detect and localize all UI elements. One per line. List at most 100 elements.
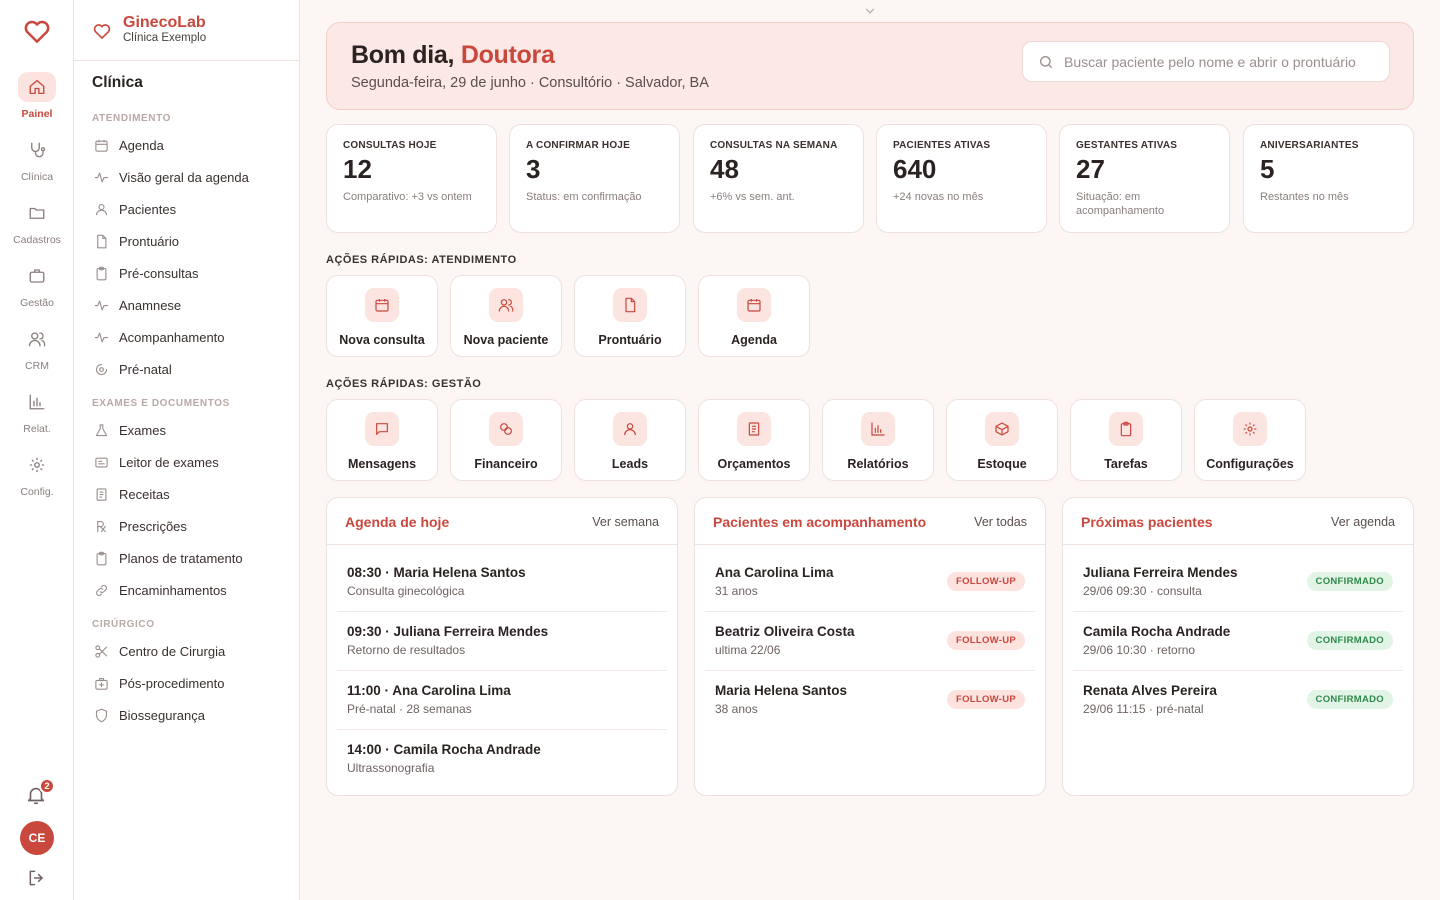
estoque-button[interactable]: Estoque bbox=[946, 399, 1058, 481]
sidebar-item-encaminhamentos[interactable]: Encaminhamentos bbox=[90, 576, 286, 604]
sidebar-item-exames[interactable]: Exames bbox=[90, 416, 286, 444]
clipboard-icon bbox=[1109, 412, 1143, 446]
rail-item-clinica[interactable]: Clínica bbox=[0, 135, 74, 189]
sidebar-section-exames: EXAMES E DOCUMENTOS bbox=[92, 398, 230, 409]
search-box[interactable] bbox=[1022, 41, 1390, 82]
next-patients-panel: Próximas pacientes Ver agenda Juliana Fe… bbox=[1062, 497, 1414, 796]
quick-actions-management-title: AÇÕES RÁPIDAS: GESTÃO bbox=[326, 378, 482, 390]
brand-header: GinecoLab Clínica Exemplo bbox=[74, 0, 300, 61]
calendar-icon bbox=[92, 136, 110, 154]
ver-todas-link[interactable]: Ver todas bbox=[974, 515, 1027, 529]
list-item[interactable]: Camila Rocha Andrade 29/06 10:30 · retor… bbox=[1073, 612, 1403, 671]
heart-logo-icon[interactable] bbox=[22, 16, 52, 46]
logout-icon[interactable] bbox=[27, 868, 47, 888]
status-badge: FOLLOW-UP bbox=[946, 690, 1025, 709]
rail-item-gestao[interactable]: Gestão bbox=[0, 261, 74, 315]
tarefas-button[interactable]: Tarefas bbox=[1070, 399, 1182, 481]
list-item[interactable]: 11:00 · Ana Carolina Lima Pré-natal · 28… bbox=[337, 671, 667, 730]
stat-note: Status: em confirmação bbox=[526, 191, 642, 203]
sidebar-item-pre-consultas[interactable]: Pré-consultas bbox=[90, 259, 286, 287]
home-icon bbox=[18, 72, 56, 102]
list-item[interactable]: Maria Helena Santos 38 anos FOLLOW-UP bbox=[705, 671, 1035, 730]
rail-item-painel[interactable]: Painel bbox=[0, 72, 74, 126]
sidebar-item-agenda[interactable]: Agenda bbox=[90, 131, 286, 159]
rail-item-crm[interactable]: CRM bbox=[0, 324, 74, 378]
nova-consulta-button[interactable]: Nova consulta bbox=[326, 275, 438, 357]
baby-icon bbox=[92, 360, 110, 378]
quick-action-label: Nova consulta bbox=[339, 333, 425, 347]
ver-semana-link[interactable]: Ver semana bbox=[592, 515, 659, 529]
sidebar-item-pos-procedimento[interactable]: Pós-procedimento bbox=[90, 669, 286, 697]
configuracoes-button[interactable]: Configurações bbox=[1194, 399, 1306, 481]
ver-agenda-link[interactable]: Ver agenda bbox=[1331, 515, 1395, 529]
prontuario-button[interactable]: Prontuário bbox=[574, 275, 686, 357]
stat-card-consultas-hoje[interactable]: CONSULTAS HOJE 12 Comparativo: +3 vs ont… bbox=[326, 124, 497, 233]
appointment-title: 09:30 · Juliana Ferreira Mendes bbox=[347, 624, 549, 639]
scissors-icon bbox=[92, 642, 110, 660]
sidebar-item-prontuario[interactable]: Prontuário bbox=[90, 227, 286, 255]
sidebar-item-label: Pós-procedimento bbox=[119, 675, 225, 691]
avatar[interactable]: CE bbox=[20, 821, 54, 855]
stat-value: 5 bbox=[1260, 154, 1275, 184]
coins-icon bbox=[489, 412, 523, 446]
sidebar-item-pre-natal[interactable]: Pré-natal bbox=[90, 355, 286, 383]
list-item[interactable]: Juliana Ferreira Mendes 29/06 09:30 · co… bbox=[1073, 553, 1403, 612]
stat-note: +6% vs sem. ant. bbox=[710, 191, 795, 203]
rail-item-cadastros[interactable]: Cadastros bbox=[0, 198, 74, 252]
sidebar-item-biosseguranca[interactable]: Biossegurança bbox=[90, 701, 286, 729]
sidebar-item-planos[interactable]: Planos de tratamento bbox=[90, 544, 286, 572]
activity-icon bbox=[92, 168, 110, 186]
stat-card-gestantes-ativas[interactable]: GESTANTES ATIVAS 27 Situação: em acompan… bbox=[1059, 124, 1230, 233]
sidebar-item-pacientes[interactable]: Pacientes bbox=[90, 195, 286, 223]
list-item[interactable]: Beatriz Oliveira Costa ultima 22/06 FOLL… bbox=[705, 612, 1035, 671]
quick-action-label: Orçamentos bbox=[717, 457, 791, 471]
leads-button[interactable]: Leads bbox=[574, 399, 686, 481]
stat-value: 48 bbox=[710, 154, 739, 184]
sidebar-item-centro-cirurgia[interactable]: Centro de Cirurgia bbox=[90, 637, 286, 665]
card-icon bbox=[92, 453, 110, 471]
stat-value: 640 bbox=[893, 154, 937, 184]
search-input[interactable] bbox=[1064, 53, 1384, 70]
rail-item-config[interactable]: Config. bbox=[0, 450, 74, 504]
page-title: Bom dia, Doutora bbox=[351, 41, 555, 70]
chevron-down-icon[interactable] bbox=[862, 4, 878, 18]
sidebar-item-prescricoes[interactable]: Prescrições bbox=[90, 512, 286, 540]
appointment-title: 11:00 · Ana Carolina Lima bbox=[347, 683, 511, 698]
list-item[interactable]: Renata Alves Pereira 29/06 11:15 · pré-n… bbox=[1073, 671, 1403, 730]
list-item[interactable]: Ana Carolina Lima 31 anos FOLLOW-UP bbox=[705, 553, 1035, 612]
sidebar-item-label: Prescrições bbox=[119, 518, 187, 534]
stat-card-a-confirmar[interactable]: A CONFIRMAR HOJE 3 Status: em confirmaçã… bbox=[509, 124, 680, 233]
nova-paciente-button[interactable]: Nova paciente bbox=[450, 275, 562, 357]
folder-icon bbox=[18, 198, 56, 228]
mensagens-button[interactable]: Mensagens bbox=[326, 399, 438, 481]
sidebar-section-cirurgico: CIRÚRGICO bbox=[92, 619, 155, 630]
clipboard-icon bbox=[92, 264, 110, 282]
sidebar-item-anamnese[interactable]: Anamnese bbox=[90, 291, 286, 319]
status-badge: CONFIRMADO bbox=[1306, 631, 1393, 650]
stat-card-consultas-semana[interactable]: CONSULTAS NA SEMANA 48 +6% vs sem. ant. bbox=[693, 124, 864, 233]
orcamentos-button[interactable]: Orçamentos bbox=[698, 399, 810, 481]
agenda-button[interactable]: Agenda bbox=[698, 275, 810, 357]
patient-detail: 38 anos bbox=[715, 702, 758, 716]
sidebar-item-receitas[interactable]: Receitas bbox=[90, 480, 286, 508]
sidebar-item-leitor-exames[interactable]: Leitor de exames bbox=[90, 448, 286, 476]
users-icon bbox=[489, 288, 523, 322]
sidebar-item-visao-geral[interactable]: Visão geral da agenda bbox=[90, 163, 286, 191]
list-item[interactable]: 08:30 · Maria Helena Santos Consulta gin… bbox=[337, 553, 667, 612]
stat-card-pacientes-ativas[interactable]: PACIENTES ATIVAS 640 +24 novas no mês bbox=[876, 124, 1047, 233]
financeiro-button[interactable]: Financeiro bbox=[450, 399, 562, 481]
sidebar-item-label: Pré-natal bbox=[119, 361, 172, 377]
sidebar-item-label: Visão geral da agenda bbox=[119, 169, 249, 185]
activity-icon bbox=[92, 296, 110, 314]
relatorios-button[interactable]: Relatórios bbox=[822, 399, 934, 481]
rail-label: Clínica bbox=[20, 171, 54, 183]
patient-name: Ana Carolina Lima bbox=[715, 565, 834, 580]
list-item[interactable]: 14:00 · Camila Rocha Andrade Ultrassonog… bbox=[337, 730, 667, 789]
sidebar-item-label: Anamnese bbox=[119, 297, 182, 313]
panel-header: Pacientes em acompanhamento Ver todas bbox=[695, 498, 1045, 545]
list-item[interactable]: 09:30 · Juliana Ferreira Mendes Retorno … bbox=[337, 612, 667, 671]
rail-item-relatorios[interactable]: Relat. bbox=[0, 387, 74, 441]
secondary-sidebar: GinecoLab Clínica Exemplo Clínica ATENDI… bbox=[74, 0, 300, 900]
sidebar-item-acompanhamento[interactable]: Acompanhamento bbox=[90, 323, 286, 351]
stat-card-aniversariantes[interactable]: ANIVERSARIANTES 5 Restantes no mês bbox=[1243, 124, 1414, 233]
